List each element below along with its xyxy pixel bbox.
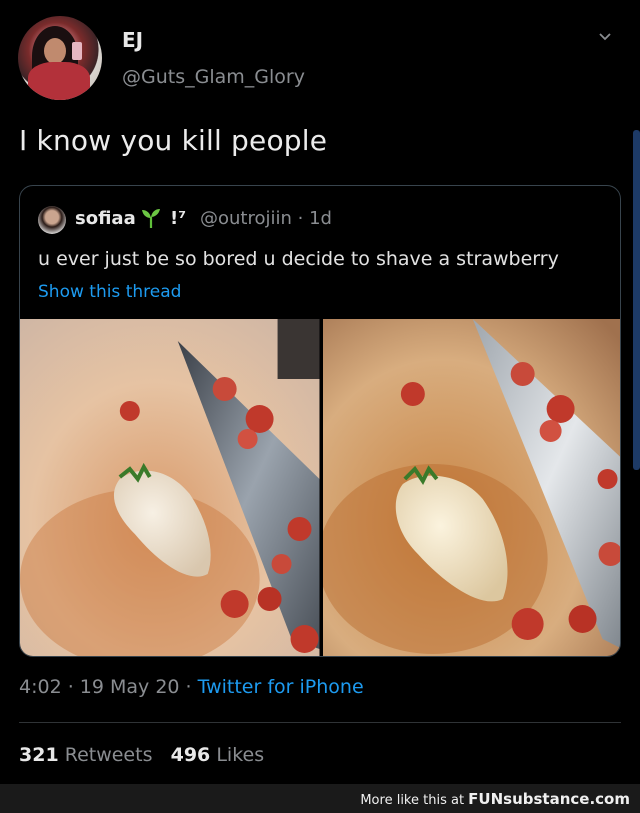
tweet-source-link[interactable]: Twitter for iPhone [198,676,364,698]
retweet-label[interactable]: Retweets [65,744,153,766]
like-count[interactable]: 496 [171,744,211,766]
quoted-name-suffix: !⁷ [170,208,187,229]
watermark-footer: More like this at FUNsubstance.com [0,784,640,813]
watermark-brand[interactable]: FUNsubstance.com [468,790,630,808]
author-avatar[interactable] [18,16,102,100]
media-photo-right[interactable] [322,319,620,656]
author-handle[interactable]: @Guts_Glam_Glory [122,66,305,88]
quoted-avatar[interactable] [38,206,66,234]
sprout-emoji-icon [142,209,160,228]
tweet-timestamp[interactable]: 4:02 · 19 May 20 · [19,676,198,698]
photo-strawberry-knife-left [20,319,320,656]
quoted-tweet[interactable]: sofiaa !⁷ @outrojiin · 1d u ever just be… [19,185,621,657]
like-label[interactable]: Likes [216,744,264,766]
tweet-text: I know you kill people [19,124,328,157]
quoted-name[interactable]: sofiaa [75,208,136,229]
retweet-count[interactable]: 321 [19,744,59,766]
scrollbar[interactable] [633,130,640,470]
tweet-header: EJ @Guts_Glam_Glory [0,0,640,110]
watermark-text: More like this at FUNsubstance.com [360,790,630,808]
avatar-phone [72,42,82,60]
tweet-meta: 4:02 · 19 May 20 · Twitter for iPhone [19,676,364,698]
divider [19,722,621,723]
chevron-down-icon[interactable] [598,30,612,44]
avatar-face [44,38,66,64]
author-name[interactable]: EJ [122,28,143,52]
media-photo-left[interactable] [20,319,320,656]
tweet-stats: 321 Retweets 496 Likes [19,744,264,766]
show-thread-link[interactable]: Show this thread [38,282,181,302]
watermark-prefix: More like this at [360,793,469,808]
media-grid [20,319,620,656]
quoted-handle[interactable]: @outrojiin · 1d [200,208,332,229]
avatar-clothing [28,62,90,100]
photo-strawberry-knife-right [322,319,620,656]
quoted-text: u ever just be so bored u decide to shav… [38,248,559,270]
